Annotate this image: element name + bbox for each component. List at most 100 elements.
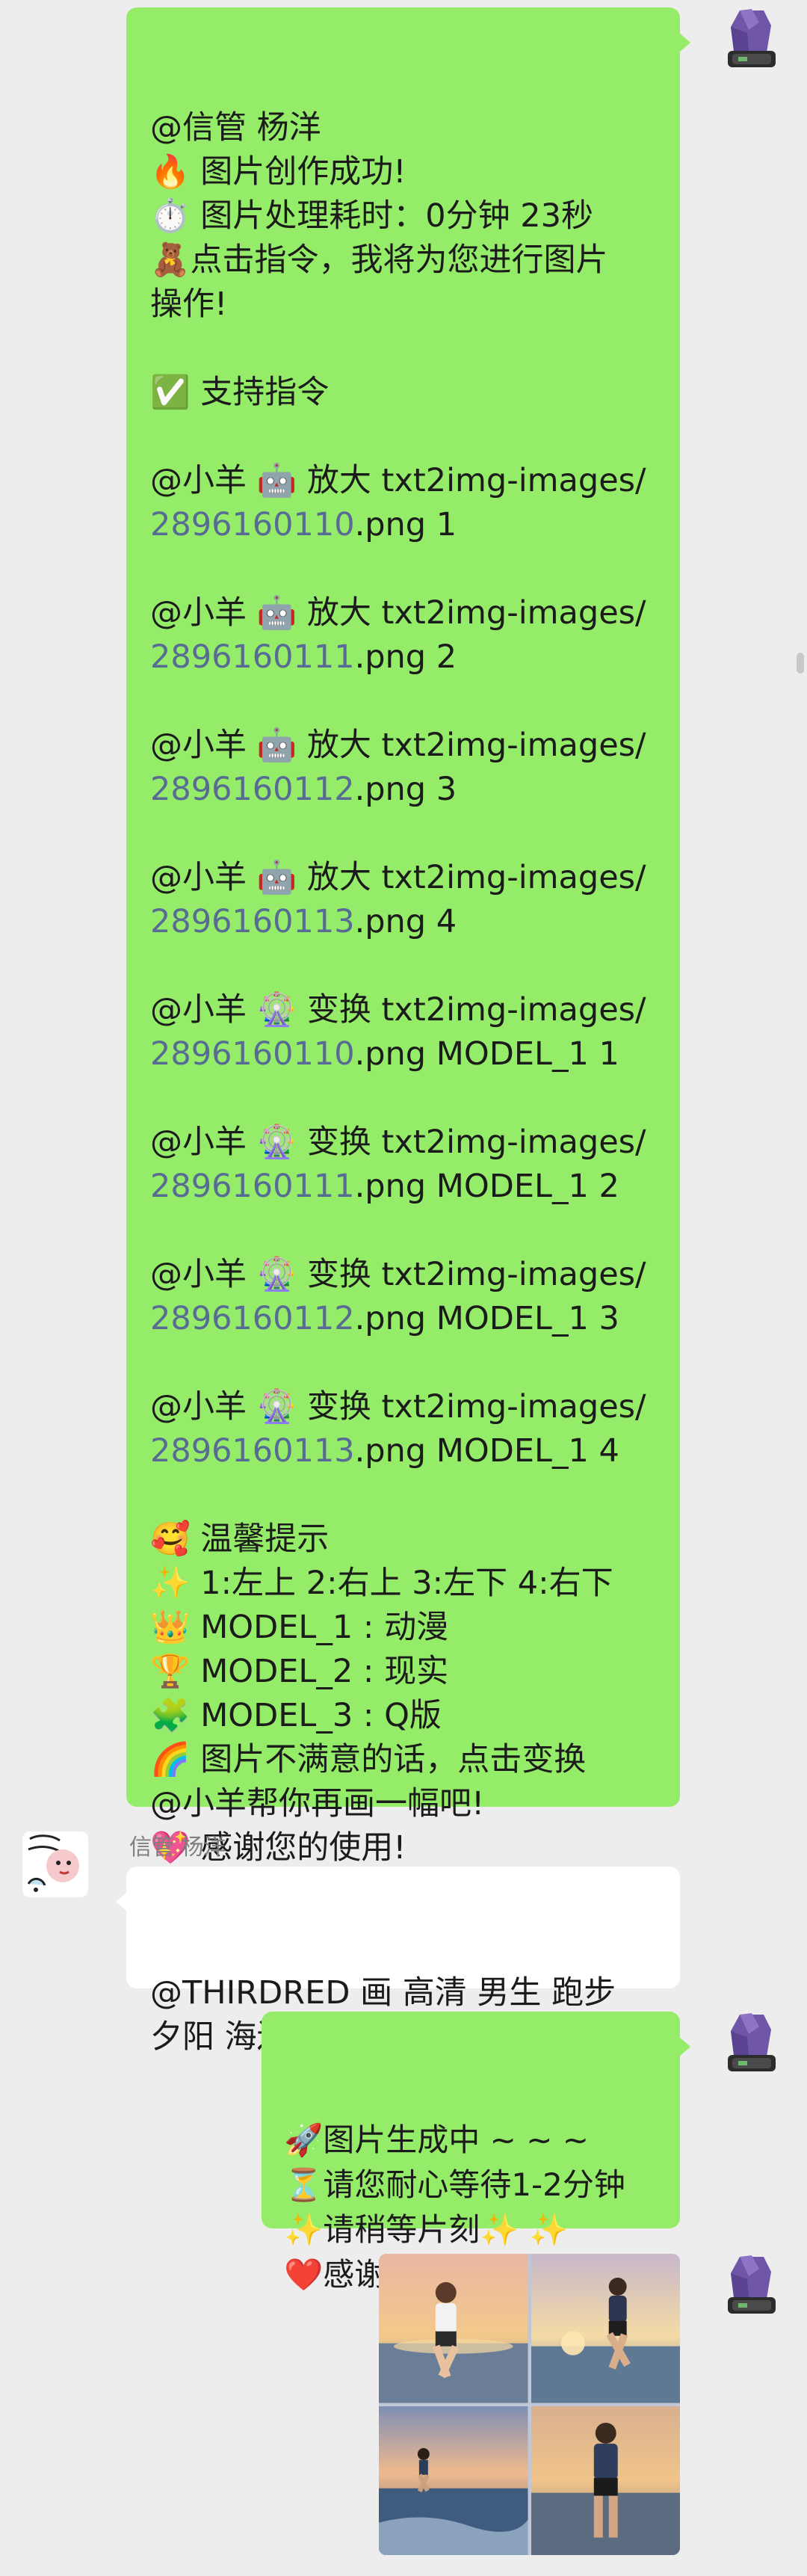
image-tile-4[interactable]	[531, 2406, 680, 2555]
message-bubble-generating[interactable]: 🚀图片生成中 ~ ~ ~⏳请您耐心等待1-2分钟✨请稍等片刻✨ ✨❤️感谢您的耐…	[262, 2012, 690, 2293]
message-line	[150, 1473, 668, 1517]
message-line: 🌈 图片不满意的话，点击变换	[150, 1738, 668, 1782]
message-line: 2896160110.png 1	[150, 503, 668, 547]
message-line: 🚀图片生成中 ~ ~ ~	[284, 2118, 668, 2163]
self-avatar[interactable]	[717, 2254, 783, 2320]
message-text-segment: 👑 MODEL_1 : 动漫	[150, 1609, 449, 1646]
message-line: 🥰 温馨提示	[150, 1517, 668, 1562]
message-line: 🏆 MODEL_2 : 现实	[150, 1650, 668, 1694]
message-text-segment: @小羊 🤖 放大 txt2img-images/	[150, 462, 646, 499]
message-text-segment: 🧩 MODEL_3 : Q版	[150, 1697, 442, 1734]
message-line	[150, 1076, 668, 1121]
message-text-segment: @小羊 🎡 变换 txt2img-images/	[150, 1388, 646, 1426]
message-line: 2896160112.png MODEL_1 3	[150, 1297, 668, 1341]
message-line: 👑 MODEL_1 : 动漫	[150, 1606, 668, 1650]
message-text-segment: 🏆 MODEL_2 : 现实	[150, 1653, 449, 1690]
message-text-segment: 🌈 图片不满意的话，点击变换	[150, 1741, 587, 1778]
filename-link[interactable]: 2896160112	[150, 1300, 355, 1337]
message-text-segment: ✨ 1:左上 2:右上 3:左下 4:右下	[150, 1565, 613, 1602]
avatar-image	[22, 1831, 88, 1897]
message-text-segment: .png MODEL_1 3	[354, 1300, 619, 1337]
image-tile-3-art	[379, 2406, 528, 2555]
message-line: ✅ 支持指令	[150, 371, 668, 415]
message-line: 🔥 图片创作成功!	[150, 150, 668, 194]
self-avatar[interactable]	[717, 7, 783, 73]
message-line: 2896160112.png 3	[150, 768, 668, 812]
sender-avatar[interactable]	[22, 1831, 88, 1897]
message-text: @信管 杨洋 🔥 图片创作成功! ⏱️ 图片处理耗时：0分钟 23秒 🧸点击指令，我将…	[150, 106, 668, 1870]
filename-link[interactable]: 2896160112	[150, 771, 355, 808]
message-text-segment: @信管 杨洋	[150, 109, 321, 147]
message-line: 2896160111.png 2	[150, 635, 668, 680]
image-tile-2-art	[531, 2254, 680, 2403]
message-line: 2896160111.png MODEL_1 2	[150, 1165, 668, 1209]
message-bubble-help[interactable]: @信管 杨洋 🔥 图片创作成功! ⏱️ 图片处理耗时：0分钟 23秒 🧸点击指令，我将…	[126, 7, 690, 1867]
message-line: @小羊 🤖 放大 txt2img-images/	[150, 856, 668, 900]
message-line: ✨请稍等片刻✨ ✨	[284, 2207, 668, 2252]
message-line	[150, 415, 668, 459]
message-text-segment: ✨请稍等片刻✨ ✨	[284, 2211, 569, 2248]
message-text-segment: .png MODEL_1 1	[354, 1035, 619, 1073]
image-tile-1-art	[379, 2254, 528, 2403]
filename-link[interactable]: 2896160111	[150, 638, 355, 676]
self-avatar[interactable]	[717, 2012, 783, 2077]
message-line: 2896160113.png 4	[150, 900, 668, 944]
message-line: @信管 杨洋	[150, 106, 668, 150]
message-line: ✨ 1:左上 2:右上 3:左下 4:右下	[150, 1562, 668, 1606]
message-line: @小羊 🤖 放大 txt2img-images/	[150, 459, 668, 503]
message-line	[150, 327, 668, 371]
message-line: 💖 感谢您的使用!	[150, 1826, 668, 1870]
message-line: 2896160113.png MODEL_1 4	[150, 1429, 668, 1473]
scroll-indicator[interactable]	[797, 653, 804, 674]
filename-link[interactable]: 2896160110	[150, 506, 355, 543]
message-text-segment: ✅ 支持指令	[150, 374, 330, 411]
avatar-image	[717, 2254, 783, 2320]
message-text-segment: @小羊 🤖 放大 txt2img-images/	[150, 859, 646, 896]
sender-name: 信管 杨洋	[129, 1834, 226, 1861]
message-line: @小羊 🎡 变换 txt2img-images/	[150, 1385, 668, 1429]
message-line: @小羊 🎡 变换 txt2img-images/	[150, 1253, 668, 1297]
message-text-segment: @小羊 🤖 放大 txt2img-images/	[150, 594, 646, 632]
message-line: 🧸点击指令，我将为您进行图片	[150, 238, 668, 283]
filename-link[interactable]: 2896160113	[150, 903, 355, 940]
message-text-segment: .png MODEL_1 4	[354, 1432, 619, 1470]
message-line	[150, 547, 668, 591]
image-tile-1[interactable]	[379, 2254, 528, 2403]
message-text-segment: .png 1	[354, 506, 457, 543]
message-text-segment: 🚀图片生成中 ~ ~ ~	[284, 2121, 589, 2158]
message-line: @小羊 🎡 变换 txt2img-images/	[150, 1121, 668, 1165]
message-line: @小羊 🎡 变换 txt2img-images/	[150, 988, 668, 1032]
generated-image-grid[interactable]	[379, 2254, 680, 2555]
message-line: @THIRDRED 画 高清 男生 跑步	[150, 1971, 665, 2015]
message-line	[150, 812, 668, 856]
filename-link[interactable]: 2896160113	[150, 1432, 355, 1470]
message-text-segment: @小羊 🤖 放大 txt2img-images/	[150, 727, 646, 764]
message-line	[150, 1209, 668, 1253]
message-text-segment: @小羊 🎡 变换 txt2img-images/	[150, 991, 646, 1029]
image-tile-4-art	[531, 2406, 680, 2555]
message-text-segment: @小羊 🎡 变换 txt2img-images/	[150, 1256, 646, 1293]
message-line: @小羊 🤖 放大 txt2img-images/	[150, 591, 668, 635]
message-text-segment: .png MODEL_1 2	[354, 1168, 619, 1205]
message-line	[150, 680, 668, 724]
message-line: ⏱️ 图片处理耗时：0分钟 23秒	[150, 194, 668, 238]
avatar-image	[717, 7, 783, 73]
image-tile-2[interactable]	[531, 2254, 680, 2403]
message-text-segment: 🧸点击指令，我将为您进行图片	[150, 241, 608, 279]
message-text-segment: 🥰 温馨提示	[150, 1520, 330, 1558]
message-line: 2896160110.png MODEL_1 1	[150, 1032, 668, 1076]
message-text-segment: 🔥 图片创作成功!	[150, 153, 406, 191]
filename-link[interactable]: 2896160110	[150, 1035, 355, 1073]
filename-link[interactable]: 2896160111	[150, 1168, 355, 1205]
message-line: @小羊 🤖 放大 txt2img-images/	[150, 724, 668, 768]
message-line	[150, 1341, 668, 1385]
message-line	[150, 944, 668, 988]
message-line: 🧩 MODEL_3 : Q版	[150, 1694, 668, 1738]
message-text-segment: @小羊帮你再画一幅吧!	[150, 1785, 485, 1822]
message-text-segment: @小羊 🎡 变换 txt2img-images/	[150, 1124, 646, 1161]
message-text-segment: 操作!	[150, 286, 228, 323]
image-tile-3[interactable]	[379, 2406, 528, 2555]
message-text-segment: .png 4	[354, 903, 457, 940]
message-text-segment: .png 2	[354, 638, 457, 676]
message-bubble-prompt[interactable]: @THIRDRED 画 高清 男生 跑步 夕阳 海边	[116, 1867, 680, 2056]
